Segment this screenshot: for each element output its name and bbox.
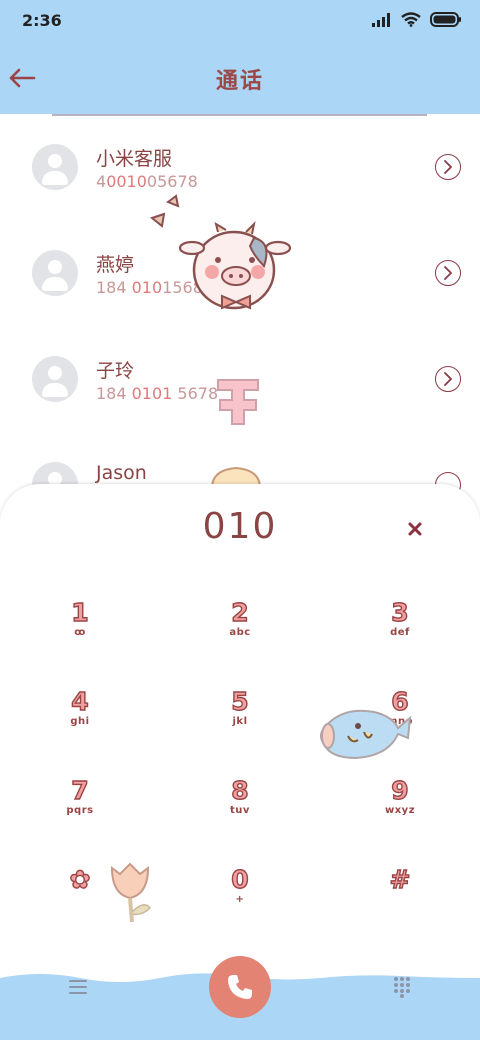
- key-letters: abc: [229, 627, 251, 638]
- contact-number: 4001005678: [96, 172, 198, 191]
- chevron-right-icon: [444, 372, 452, 386]
- contact-detail-button[interactable]: [435, 260, 461, 286]
- key-digit: 1: [71, 598, 90, 627]
- header-area: 2:36 通话: [0, 0, 480, 114]
- key-letters: def: [390, 627, 410, 638]
- key-letters: tuv: [230, 805, 250, 816]
- contact-name: Jason: [96, 462, 147, 484]
- title-bar: 通话: [0, 56, 480, 102]
- avatar: [32, 250, 78, 296]
- avatar: [32, 144, 78, 190]
- key-digit: 8: [231, 776, 250, 805]
- contact-name: 小米客服: [96, 148, 173, 170]
- key-9[interactable]: 9 wxyz: [330, 776, 470, 857]
- key-letters: pqrs: [66, 805, 94, 816]
- key-7[interactable]: 7 pqrs: [10, 776, 150, 857]
- contact-name: 燕婷: [96, 254, 135, 276]
- key-1[interactable]: 1 ꝏ: [10, 598, 150, 679]
- call-button[interactable]: [209, 956, 271, 1018]
- avatar: [32, 356, 78, 402]
- signal-icon: [372, 12, 390, 27]
- battery-icon: [430, 12, 461, 27]
- key-digit: 9: [391, 776, 410, 805]
- status-time: 2:36: [22, 11, 62, 30]
- clear-button[interactable]: [404, 518, 426, 540]
- contact-detail-button[interactable]: [435, 366, 461, 392]
- key-5[interactable]: 5 jkl: [170, 687, 310, 768]
- key-0[interactable]: 0 +: [170, 865, 310, 946]
- key-digit: 0: [231, 865, 250, 894]
- status-icons: [372, 12, 462, 27]
- key-digit: 5: [231, 687, 250, 716]
- key-digit: 4: [71, 687, 90, 716]
- chevron-right-icon: [444, 266, 452, 280]
- key-letters: ghi: [70, 716, 90, 727]
- keypad-icon[interactable]: [392, 976, 412, 998]
- key-digit: 2: [231, 598, 250, 627]
- page-title: 通话: [215, 69, 264, 94]
- key-digit: 7: [71, 776, 90, 805]
- key-3[interactable]: 3 def: [330, 598, 470, 679]
- key-letters: ꝏ: [74, 627, 86, 638]
- status-bar: 2:36: [0, 0, 480, 42]
- bone-sticker-icon: [217, 379, 259, 425]
- key-letters: jkl: [232, 716, 248, 727]
- key-letters: wxyz: [384, 805, 416, 816]
- fish-sticker-icon: [320, 709, 412, 760]
- chevron-right-icon: [444, 160, 452, 174]
- key-2[interactable]: 2 abc: [170, 598, 310, 679]
- key-4[interactable]: 4 ghi: [10, 687, 150, 768]
- cow-sticker-icon: [149, 194, 292, 310]
- contact-name: 子玲: [96, 360, 135, 382]
- close-icon: [408, 522, 422, 536]
- menu-icon[interactable]: [68, 978, 88, 996]
- key-digit: 3: [391, 598, 410, 627]
- key-digit: #: [389, 865, 411, 894]
- phone-icon: [228, 975, 252, 999]
- contact-number: 184 0101 5678: [96, 384, 219, 403]
- tulip-sticker-icon: [110, 862, 151, 923]
- wifi-icon: [401, 12, 421, 27]
- key-letters: +: [235, 894, 245, 905]
- key-hash[interactable]: #: [330, 865, 470, 946]
- contact-detail-button[interactable]: [435, 154, 461, 180]
- key-8[interactable]: 8 tuv: [170, 776, 310, 857]
